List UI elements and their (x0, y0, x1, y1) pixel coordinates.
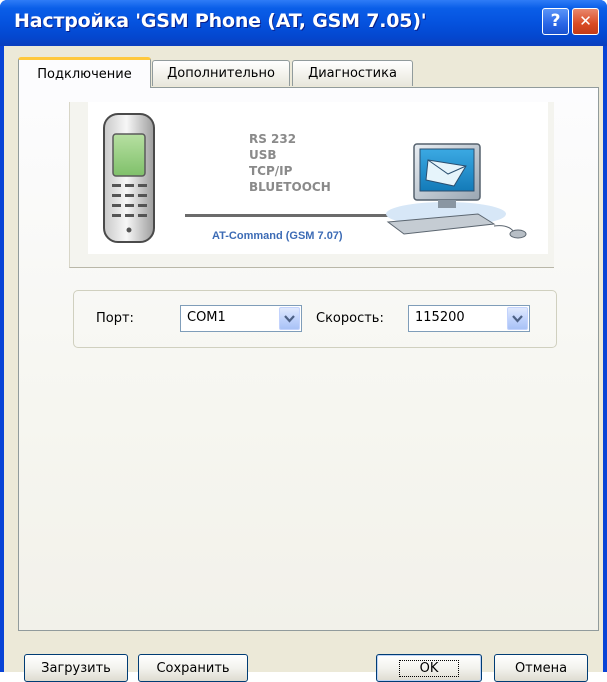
connection-line (185, 214, 393, 217)
connection-illustration: RS 232 USB TCP/IP BLUETOOCH AT-Command (… (69, 102, 554, 268)
chevron-down-icon (284, 314, 295, 323)
protocol-label: BLUETOOCH (249, 180, 331, 194)
tab-diagnostics[interactable]: Диагностика (292, 60, 413, 86)
window-title: Настройка 'GSM Phone (AT, GSM 7.05)' (14, 10, 427, 32)
title-bar[interactable]: Настройка 'GSM Phone (AT, GSM 7.05)' ? ✕ (0, 0, 607, 46)
cancel-button[interactable]: Отмена (494, 654, 588, 682)
mobile-phone-icon (103, 113, 155, 243)
tab-diagnostics-label: Диагностика (308, 66, 397, 81)
load-button-label: Загрузить (41, 660, 111, 676)
help-button[interactable]: ? (542, 8, 569, 35)
port-select[interactable]: COM1 (180, 305, 302, 332)
protocol-label: RS 232 (249, 132, 297, 146)
ok-button[interactable]: OK (376, 654, 482, 682)
speed-dropdown-button[interactable] (507, 307, 528, 330)
close-icon: ✕ (579, 12, 592, 30)
port-dropdown-button[interactable] (279, 307, 300, 330)
speed-value: 115200 (415, 310, 465, 325)
save-button[interactable]: Сохранить (138, 654, 248, 682)
load-button[interactable]: Загрузить (24, 654, 128, 682)
tab-panel-connection: RS 232 USB TCP/IP BLUETOOCH AT-Command (… (18, 87, 599, 631)
protocol-label: USB (249, 148, 277, 162)
illustration-canvas: RS 232 USB TCP/IP BLUETOOCH AT-Command (… (88, 102, 548, 254)
chevron-down-icon (512, 314, 523, 323)
ok-button-label: OK (398, 659, 460, 677)
tab-connection-label: Подключение (37, 66, 132, 82)
dialog-client-area: Подключение Дополнительно Диагностика RS… (4, 46, 603, 682)
computer-icon (386, 143, 527, 239)
port-value: COM1 (187, 310, 226, 325)
tab-advanced-label: Дополнительно (167, 66, 275, 81)
tab-advanced[interactable]: Дополнительно (152, 60, 290, 86)
tab-connection[interactable]: Подключение (18, 57, 151, 88)
cancel-button-label: Отмена (514, 660, 568, 676)
close-button[interactable]: ✕ (572, 8, 599, 35)
speed-label: Скорость: (316, 311, 384, 326)
connection-settings-group: Порт: COM1 Скорость: 115200 (73, 290, 557, 348)
save-button-label: Сохранить (156, 660, 230, 676)
help-icon: ? (550, 11, 561, 31)
dialog-window: Настройка 'GSM Phone (AT, GSM 7.05)' ? ✕… (0, 0, 607, 682)
port-label: Порт: (96, 311, 134, 326)
protocol-label: TCP/IP (249, 164, 293, 178)
speed-select[interactable]: 115200 (408, 305, 530, 332)
at-command-caption: AT-Command (GSM 7.07) (212, 230, 343, 242)
